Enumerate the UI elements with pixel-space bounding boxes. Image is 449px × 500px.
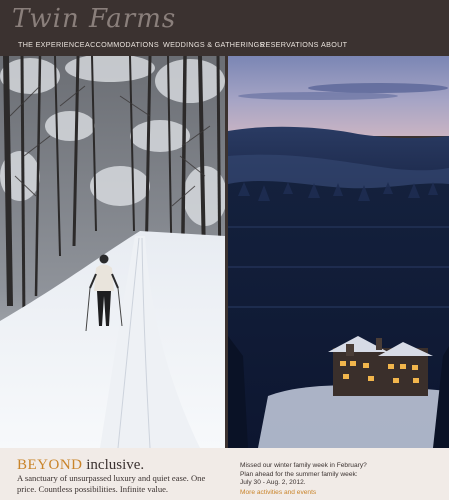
more-activities-link[interactable]: More activities and events (240, 489, 316, 496)
news-block: Missed our winter family week in Februar… (240, 462, 445, 488)
news-line-1: Missed our winter family week in Februar… (240, 462, 367, 469)
tagline-heading: BEYOND inclusive. (17, 457, 144, 474)
hero-photos (0, 56, 449, 448)
nav-reservations[interactable]: RESERVATIONS (260, 40, 319, 49)
site-logo[interactable]: Twin Farms (12, 4, 176, 34)
nav-about[interactable]: ABOUT (321, 40, 347, 49)
nav-accommodations[interactable]: ACCOMMODATIONS (85, 40, 159, 49)
nav-weddings-gatherings[interactable]: WEDDINGS & GATHERINGS (163, 40, 265, 49)
footer: BEYOND inclusive. A sanctuary of unsurpa… (0, 448, 449, 500)
site-header: Twin Farms THE EXPERIENCE ACCOMMODATIONS… (0, 0, 449, 56)
main-nav: THE EXPERIENCE ACCOMMODATIONS WEDDINGS &… (0, 40, 449, 52)
news-line-3: July 30 - Aug. 2, 2012. (240, 479, 306, 487)
nav-the-experience[interactable]: THE EXPERIENCE (18, 40, 85, 49)
news-line-2: Plan ahead for the summer family week: (240, 470, 358, 478)
skier-forest-image (0, 56, 225, 448)
skier-photo (0, 56, 225, 448)
lodge-valley-image (228, 56, 449, 448)
tagline-rest: inclusive. (82, 457, 145, 473)
tagline-accent: BEYOND (17, 457, 83, 473)
page: Twin Farms THE EXPERIENCE ACCOMMODATIONS… (0, 0, 449, 500)
lodge-photo (228, 56, 449, 448)
tagline-body: A sanctuary of unsurpassed luxury and qu… (17, 473, 206, 494)
